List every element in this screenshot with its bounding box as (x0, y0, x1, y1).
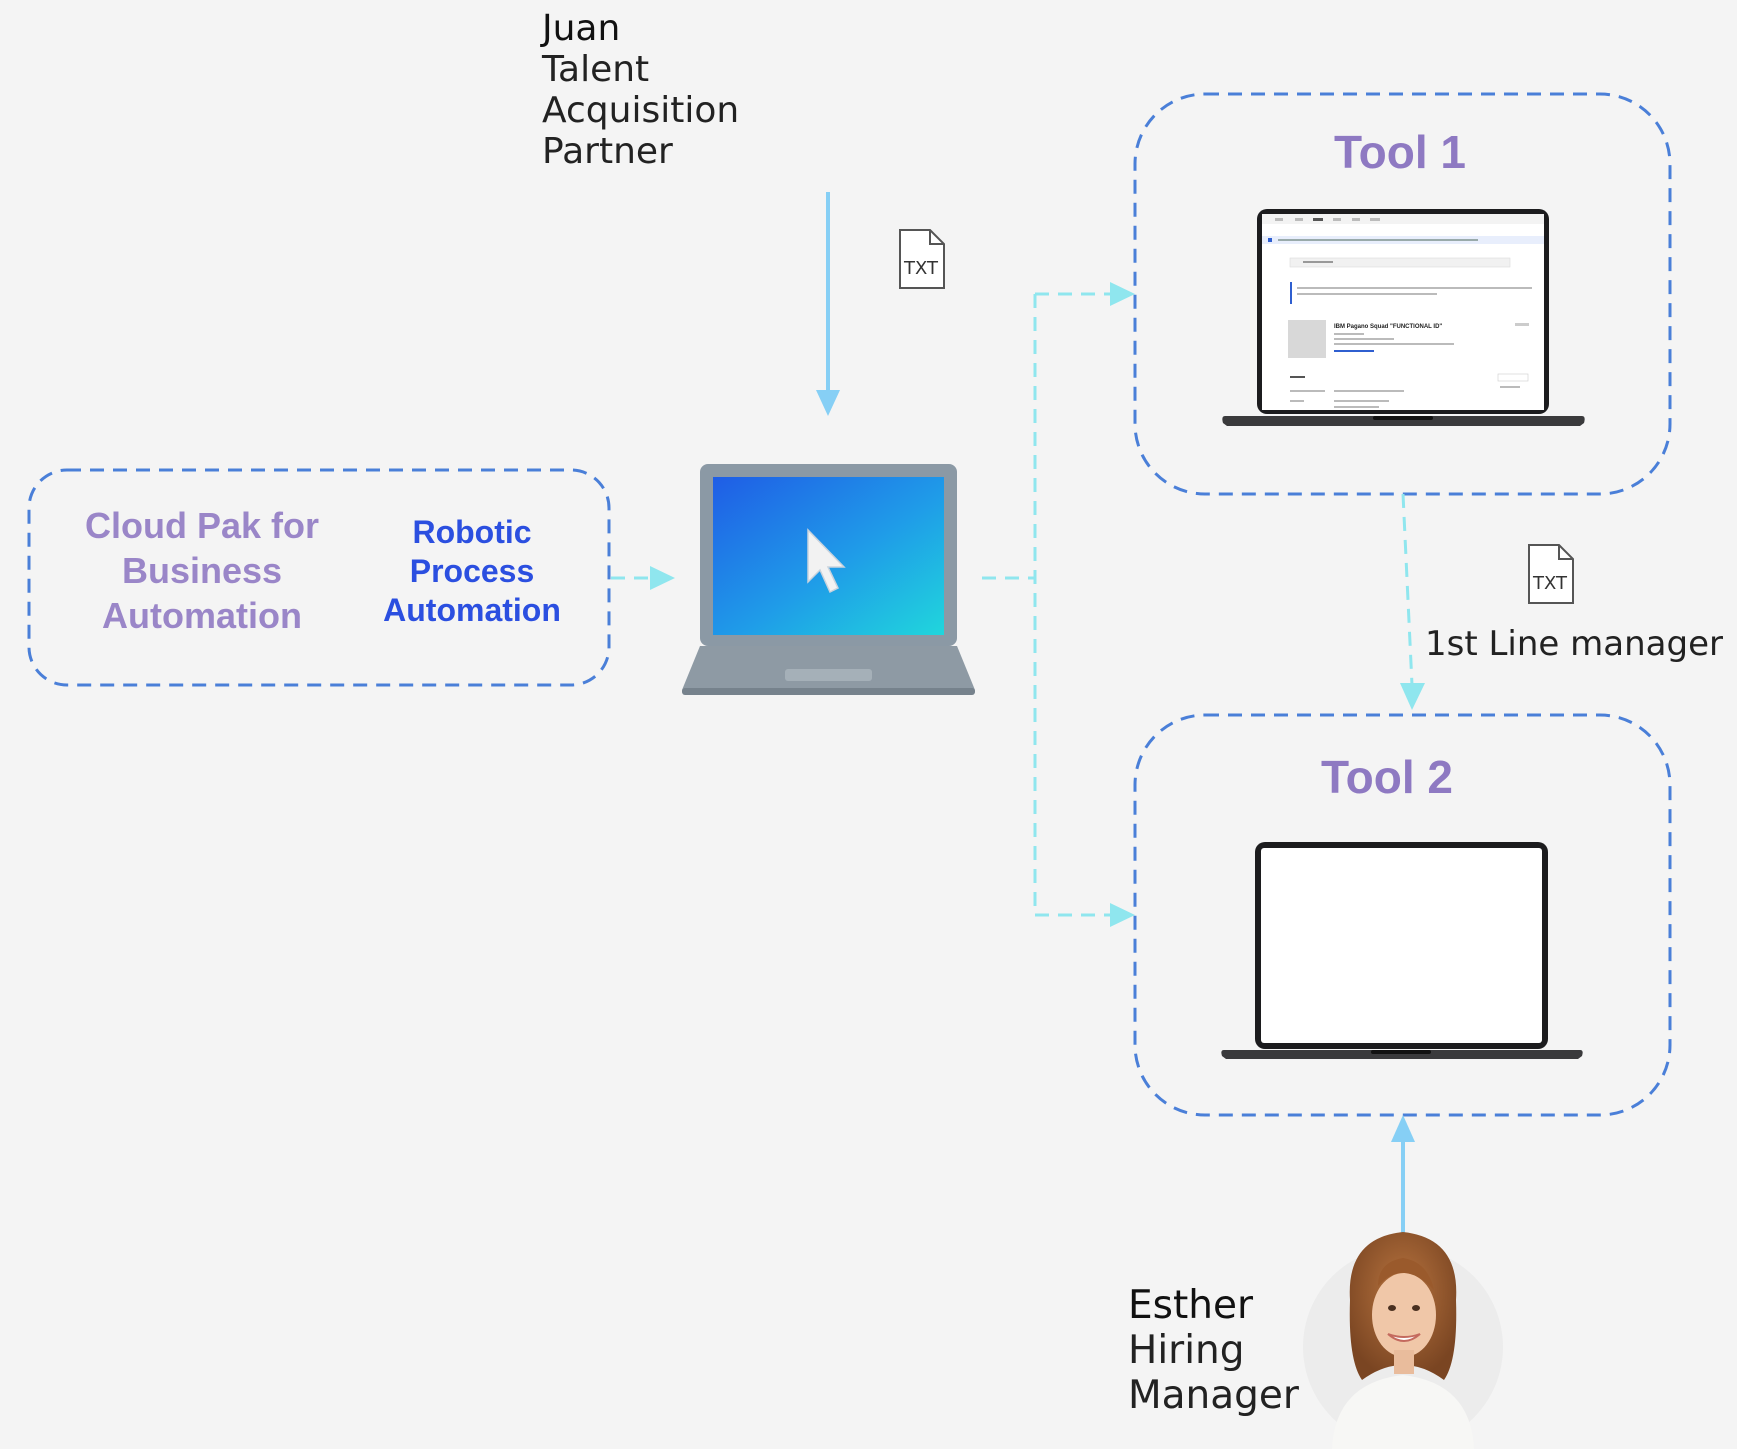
txt-label: TXT (1532, 573, 1568, 594)
cloud-pak-label: Cloud Pak for Business Automation (62, 503, 342, 638)
rpa-label: Robotic Process Automation (362, 513, 582, 630)
arrowhead-juan (816, 390, 840, 416)
txt-label: TXT (903, 258, 939, 279)
tool1-title: Tool 1 (1333, 126, 1467, 178)
juan-role-line: Acquisition (542, 90, 740, 131)
diagram-canvas: TXT TXT IBM Pagano Squad "FUNCTIONAL ID" (27, 92, 1672, 1449)
arrowhead-tool1-to-tool2 (1400, 683, 1425, 710)
juan-name: Juan (542, 8, 621, 49)
arrowhead-to-tool2 (1110, 903, 1135, 927)
juan-role-line: Partner (542, 131, 673, 172)
esther-label: Esther Hiring Manager (1128, 1283, 1299, 1418)
esther-role-line: Hiring (1128, 1328, 1245, 1373)
juan-role-line: Talent (542, 49, 650, 90)
connector-tool1-to-tool2 (1401, 493, 1414, 686)
tool2-laptop (1221, 842, 1583, 1059)
arrowhead-to-laptop (650, 566, 675, 590)
rpa-line: Process (409, 553, 535, 589)
cpba-line: Business (121, 550, 283, 591)
esther-name: Esther (1128, 1283, 1253, 1328)
rpa-line: Robotic (412, 514, 532, 550)
tool2-title: Tool 2 (1320, 751, 1454, 803)
esther-role-line: Manager (1128, 1373, 1299, 1418)
tool1-screen-heading: IBM Pagano Squad "FUNCTIONAL ID" (1334, 324, 1442, 330)
cpba-line: Automation (102, 595, 302, 636)
rpa-line: Automation (383, 592, 561, 628)
arrowhead-to-tool1 (1110, 282, 1135, 306)
juan-label: Juan Talent Acquisition Partner (542, 8, 739, 172)
txt-file-icon: TXT (899, 229, 945, 289)
txt-file-icon: TXT (1528, 544, 1574, 604)
first-line-manager-label: 1st Line manager (1425, 624, 1723, 664)
avatar (1303, 1232, 1503, 1449)
cpba-line: Cloud Pak for (84, 505, 320, 546)
arrowhead-esther (1391, 1115, 1415, 1142)
connector-laptop-to-tools (982, 292, 1115, 917)
